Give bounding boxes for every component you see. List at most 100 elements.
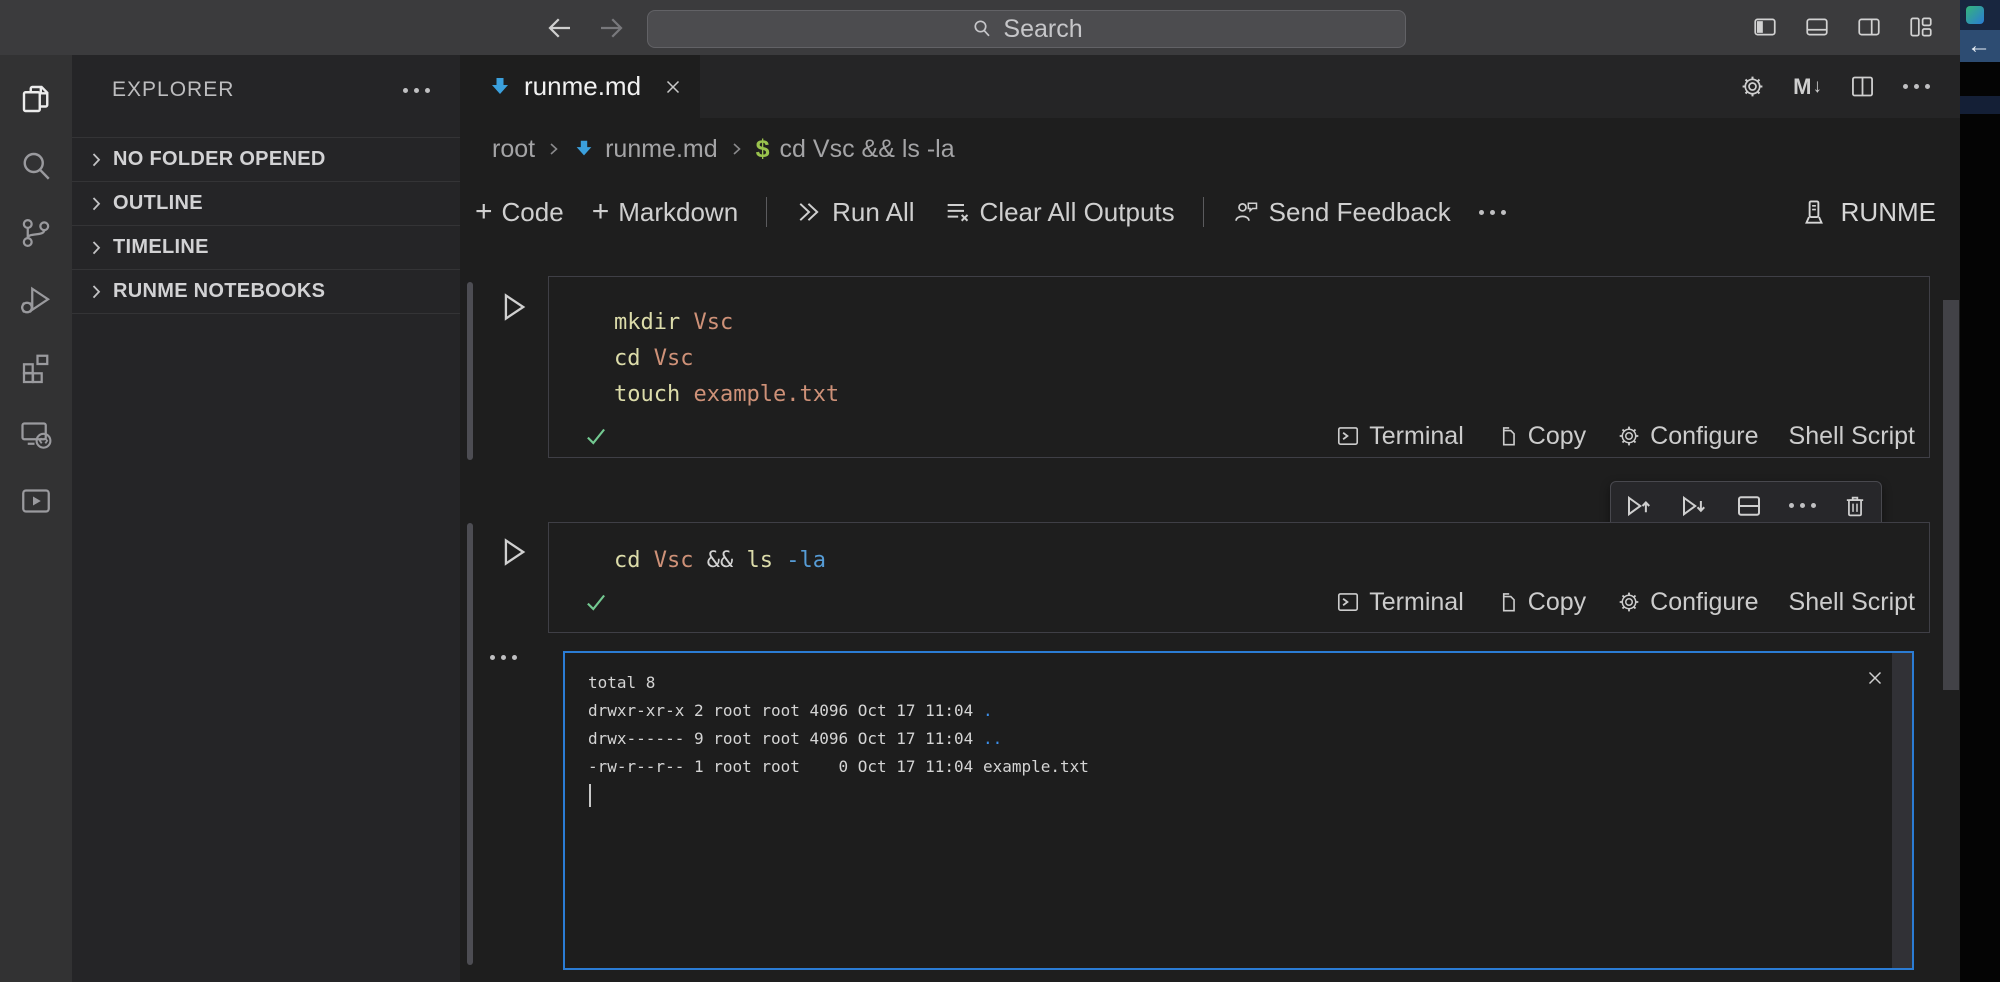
output-scrollbar[interactable] [1892, 653, 1912, 968]
toggle-secondary-sidebar-icon[interactable] [1856, 14, 1882, 40]
toolbar-divider [1203, 197, 1204, 227]
terminal-label: Terminal [1369, 422, 1463, 451]
notebook-toolbar: +Code +Markdown Run All Clear All Output… [460, 184, 1960, 240]
more-icon[interactable] [1789, 503, 1816, 508]
gear-icon[interactable] [1739, 73, 1766, 100]
terminal-label: Terminal [1369, 588, 1463, 617]
gear-icon [1616, 423, 1642, 449]
cell-language-button[interactable]: Shell Script [1789, 422, 1915, 451]
files-icon [18, 81, 54, 117]
background-window: ← [1960, 0, 2000, 982]
cell-status-bar: Terminal Copy Configure Shell Script [549, 579, 1929, 625]
sidebar-more-icon[interactable] [403, 88, 430, 93]
sidebar-section-timeline[interactable]: TIMELINE [72, 225, 460, 269]
configure-label: Configure [1650, 588, 1758, 617]
copy-button[interactable]: Copy [1494, 588, 1586, 617]
trash-icon[interactable] [1841, 492, 1869, 520]
sidebar-item-extensions[interactable] [0, 333, 72, 400]
runme-brand[interactable]: RUNME [1799, 184, 1936, 240]
more-icon[interactable] [1479, 210, 1506, 215]
editor-group: runme.md M↓ root runme.md $ cd Vsc && ls… [460, 55, 1960, 982]
layout-controls [1752, 14, 1934, 40]
configure-label: Configure [1650, 422, 1758, 451]
tab-runme-md[interactable]: runme.md [460, 55, 700, 118]
run-all-button[interactable]: Run All [795, 197, 914, 228]
configure-button[interactable]: Configure [1616, 422, 1758, 451]
close-output-icon[interactable] [1864, 667, 1886, 689]
send-feedback-button[interactable]: Send Feedback [1232, 197, 1451, 228]
toggle-sidebar-icon[interactable] [1752, 14, 1778, 40]
code-cell-2[interactable]: cd Vsc && ls -la Terminal Copy Configure… [548, 522, 1930, 633]
run-cell-button[interactable] [500, 537, 528, 572]
cell-output-terminal[interactable]: total 8drwxr-xr-x 2 root root 4096 Oct 1… [563, 651, 1914, 970]
run-cell-button[interactable] [500, 292, 528, 327]
sidebar-section-no-folder-opened[interactable]: NO FOLDER OPENED [72, 137, 460, 181]
section-label: NO FOLDER OPENED [113, 148, 326, 171]
section-label: TIMELINE [113, 236, 209, 259]
more-icon[interactable] [1903, 84, 1930, 89]
copy-label: Copy [1528, 422, 1586, 451]
copy-button[interactable]: Copy [1494, 422, 1586, 451]
clear-all-outputs-button[interactable]: Clear All Outputs [943, 197, 1175, 228]
section-label: RUNME NOTEBOOKS [113, 280, 325, 303]
markdown-preview-icon[interactable]: M↓ [1793, 74, 1822, 100]
cell-code[interactable]: mkdir Vsccd Vsctouch example.txt [549, 277, 1929, 413]
cell-language-label: Shell Script [1789, 422, 1915, 451]
cell-language-label: Shell Script [1789, 588, 1915, 617]
sidebar-item-runme-notebooks[interactable] [0, 467, 72, 534]
editor-scrollbar[interactable] [1943, 300, 1959, 690]
cell-focus-indicator[interactable] [467, 523, 473, 965]
background-window-strip [1960, 96, 2000, 114]
back-icon [545, 13, 575, 43]
command-center-search[interactable]: Search [647, 10, 1406, 48]
sidebar-section-outline[interactable]: OUTLINE [72, 181, 460, 225]
run-all-label: Run All [832, 197, 914, 228]
run-all-icon [795, 198, 823, 226]
toolbar-divider [766, 197, 767, 227]
sidebar-item-run-and-debug[interactable] [0, 266, 72, 333]
cell-code[interactable]: cd Vsc && ls -la [549, 523, 1929, 579]
titlebar: Search [0, 0, 1960, 55]
breadcrumb-file[interactable]: runme.md [605, 135, 718, 164]
sidebar-item-explorer[interactable] [0, 65, 72, 132]
runme-file-icon [488, 75, 512, 99]
send-feedback-label: Send Feedback [1269, 197, 1451, 228]
breadcrumb-root[interactable]: root [492, 135, 535, 164]
search-placeholder: Search [1003, 15, 1082, 44]
customize-layout-icon[interactable] [1908, 14, 1934, 40]
screen: ← Search [0, 0, 2000, 982]
code-cell-1[interactable]: mkdir Vsccd Vsctouch example.txt Termina… [548, 276, 1930, 458]
cell-focus-indicator[interactable] [467, 282, 473, 460]
runme-brand-icon [1799, 197, 1829, 227]
split-cell-icon[interactable] [1734, 491, 1764, 521]
copy-icon [1494, 589, 1520, 615]
plus-icon: + [475, 197, 493, 227]
runme-brand-label: RUNME [1841, 197, 1936, 228]
breadcrumb-command[interactable]: cd Vsc && ls -la [780, 135, 955, 164]
sidebar-item-search[interactable] [0, 132, 72, 199]
background-window-navbar: ← [1960, 30, 2000, 62]
background-window-titlebar [1960, 0, 2000, 30]
run-above-icon[interactable] [1624, 491, 1654, 521]
output-menu-icon[interactable] [490, 655, 517, 660]
sidebar-item-source-control[interactable] [0, 199, 72, 266]
monitor-connect-icon [18, 416, 54, 452]
gear-icon [1616, 589, 1642, 615]
run-below-icon[interactable] [1679, 491, 1709, 521]
terminal-button[interactable]: Terminal [1335, 422, 1463, 451]
cell-language-button[interactable]: Shell Script [1789, 588, 1915, 617]
close-icon[interactable] [662, 76, 684, 98]
terminal-output-text: total 8drwxr-xr-x 2 root root 4096 Oct 1… [565, 653, 1912, 781]
forward-button[interactable] [596, 13, 626, 43]
back-button[interactable] [545, 13, 575, 43]
add-code-button[interactable]: +Code [475, 197, 564, 228]
split-editor-icon[interactable] [1849, 73, 1876, 100]
sidebar-section-runme-notebooks[interactable]: RUNME NOTEBOOKS [72, 269, 460, 314]
configure-button[interactable]: Configure [1616, 588, 1758, 617]
clear-all-outputs-label: Clear All Outputs [980, 197, 1175, 228]
toggle-panel-icon[interactable] [1804, 14, 1830, 40]
add-markdown-button[interactable]: +Markdown [592, 197, 738, 228]
sidebar-item-remote-explorer[interactable] [0, 400, 72, 467]
terminal-button[interactable]: Terminal [1335, 588, 1463, 617]
vscode-window: Search [0, 0, 1960, 982]
